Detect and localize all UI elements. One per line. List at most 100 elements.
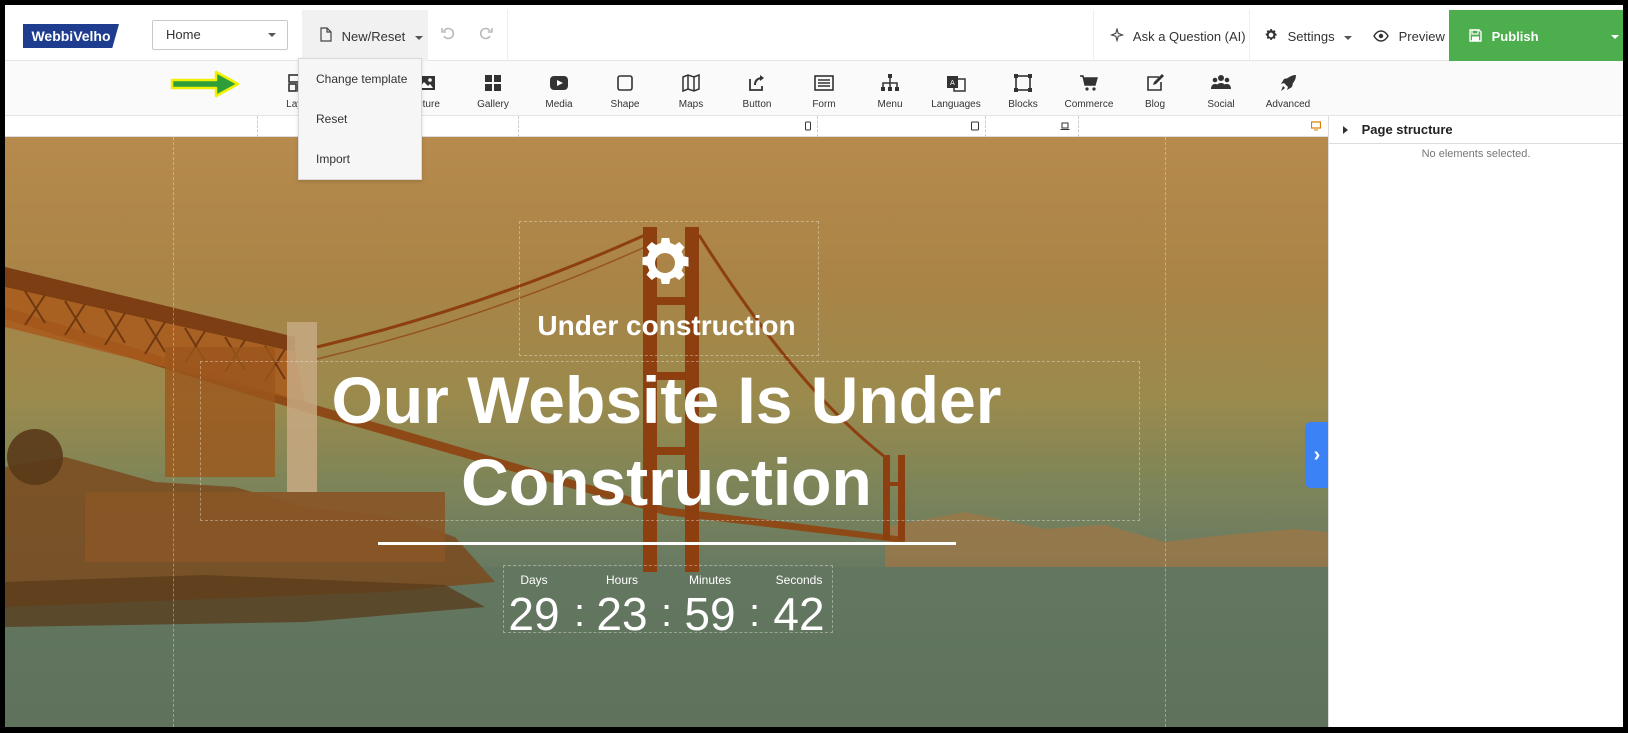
- svg-text:A: A: [950, 79, 955, 87]
- tool-social[interactable]: Social: [1186, 73, 1256, 110]
- laptop-icon[interactable]: [1060, 121, 1070, 131]
- countdown-value: 59: [684, 588, 736, 640]
- caret-right-icon: [1343, 126, 1348, 134]
- tool-gallery[interactable]: Gallery: [458, 73, 528, 110]
- chevron-down-icon[interactable]: [1611, 35, 1619, 39]
- tool-media[interactable]: Media: [524, 73, 594, 110]
- tool-form-label: Form: [812, 99, 836, 110]
- rocket-icon: [1281, 75, 1296, 91]
- menu-item-import[interactable]: Import: [299, 139, 421, 179]
- tool-shape[interactable]: Shape: [590, 73, 660, 110]
- editor-window: WebbiVelho Home New/Reset Ask a Question…: [5, 5, 1623, 727]
- publish-button[interactable]: Publish: [1449, 10, 1623, 63]
- breakpoint-mark: [985, 116, 986, 137]
- tool-maps-label: Maps: [678, 99, 704, 110]
- sparkle-icon: [1109, 11, 1125, 64]
- tool-media-label: Media: [545, 99, 573, 110]
- tool-menu[interactable]: Menu: [855, 73, 925, 110]
- preview-label: Preview: [1398, 29, 1445, 44]
- tablet-icon[interactable]: [970, 121, 980, 131]
- countdown-value: 42: [773, 588, 825, 640]
- play-icon: [550, 76, 568, 90]
- chevron-down-icon: [414, 35, 423, 40]
- divider-line[interactable]: [378, 542, 956, 545]
- cart-icon: [1080, 75, 1098, 91]
- language-icon: A: [947, 76, 966, 92]
- new-reset-button[interactable]: New/Reset: [302, 10, 428, 63]
- tool-blocks-label: Blocks: [1008, 99, 1038, 110]
- countdown-label: Days: [520, 573, 548, 587]
- element-toolbar: Layo ucture Gallery Media Shape Maps But…: [5, 61, 1623, 116]
- main-headline[interactable]: Our Website Is Under Construction: [245, 359, 1088, 523]
- tool-commerce-label: Commerce: [1064, 99, 1114, 110]
- countdown-hours[interactable]: Hours 23: [587, 573, 657, 639]
- menu-item-change-template[interactable]: Change template: [299, 59, 421, 99]
- chevron-down-icon: [1344, 35, 1353, 40]
- tool-blocks[interactable]: Blocks: [988, 73, 1058, 110]
- square-icon: [617, 75, 633, 91]
- panel-title: Page structure: [1361, 122, 1453, 137]
- save-icon: [1469, 11, 1482, 64]
- tool-button[interactable]: Button: [722, 73, 792, 110]
- kicker-heading[interactable]: Under construction: [5, 310, 1328, 342]
- tool-languages-label: Languages: [931, 99, 981, 110]
- breakpoint-mark: [518, 116, 519, 137]
- tool-form[interactable]: Form: [789, 73, 859, 110]
- share-icon: [749, 75, 764, 91]
- menu-item-reset[interactable]: Reset: [299, 99, 421, 139]
- page-select-value: Home: [166, 27, 201, 42]
- breakpoint-mark: [257, 116, 258, 137]
- ask-question-label: Ask a Question (AI): [1132, 29, 1246, 44]
- countdown-separator: :: [574, 591, 586, 635]
- countdown-seconds[interactable]: Seconds 42: [764, 573, 834, 639]
- desktop-icon[interactable]: [1311, 121, 1321, 131]
- tool-shape-label: Shape: [610, 99, 640, 110]
- breakpoint-mark: [1078, 116, 1079, 137]
- panel-empty-text: No elements selected.: [1421, 148, 1531, 160]
- tool-button-label: Button: [742, 99, 772, 110]
- ask-question-button[interactable]: Ask a Question (AI): [1093, 10, 1249, 63]
- page-select[interactable]: Home: [152, 20, 288, 50]
- gallery-icon: [485, 75, 501, 91]
- countdown-value: 29: [508, 588, 560, 640]
- tool-maps[interactable]: Maps: [656, 73, 726, 110]
- form-icon: [814, 75, 834, 91]
- tool-blog[interactable]: Blog: [1120, 73, 1190, 110]
- users-icon: [1211, 75, 1231, 89]
- new-reset-label: New/Reset: [341, 29, 406, 44]
- redo-icon[interactable]: [476, 25, 496, 45]
- countdown-minutes[interactable]: Minutes 59: [675, 573, 745, 639]
- mobile-icon[interactable]: [803, 121, 813, 131]
- tool-blog-label: Blog: [1144, 99, 1165, 110]
- layout-guide: [173, 137, 174, 727]
- divider: [507, 10, 508, 61]
- new-reset-menu: Change template Reset Import: [298, 58, 422, 180]
- tool-languages[interactable]: A Languages: [921, 73, 991, 110]
- breakpoint-mark: [817, 116, 818, 137]
- tool-commerce[interactable]: Commerce: [1054, 73, 1124, 110]
- chevron-right-icon[interactable]: ›: [1305, 422, 1328, 488]
- edit-icon: [1147, 74, 1164, 91]
- gear-icon: [642, 238, 689, 284]
- tool-social-label: Social: [1207, 99, 1235, 110]
- layout-guide: [1165, 137, 1166, 727]
- document-icon: [320, 11, 332, 64]
- tool-gallery-label: Gallery: [477, 99, 509, 110]
- tool-advanced-label: Advanced: [1265, 99, 1311, 110]
- device-ruler: [5, 116, 1328, 137]
- gear-icon: [1264, 11, 1278, 64]
- countdown-days[interactable]: Days 29: [499, 573, 569, 639]
- countdown-value: 23: [596, 588, 648, 640]
- chevron-down-icon: [268, 33, 276, 37]
- settings-label: Settings: [1287, 29, 1335, 44]
- settings-button[interactable]: Settings: [1249, 10, 1359, 63]
- panel-header[interactable]: Page structure: [1329, 116, 1623, 144]
- blocks-icon: [1014, 74, 1032, 92]
- tool-advanced[interactable]: Advanced: [1253, 73, 1323, 110]
- preview-button[interactable]: Preview: [1359, 10, 1451, 63]
- undo-icon[interactable]: [438, 25, 458, 45]
- countdown-separator: :: [749, 591, 761, 635]
- countdown-label: Seconds: [775, 573, 823, 587]
- sitemap-icon: [881, 74, 899, 91]
- page-canvas[interactable]: Under construction Our Website Is Under …: [5, 137, 1328, 727]
